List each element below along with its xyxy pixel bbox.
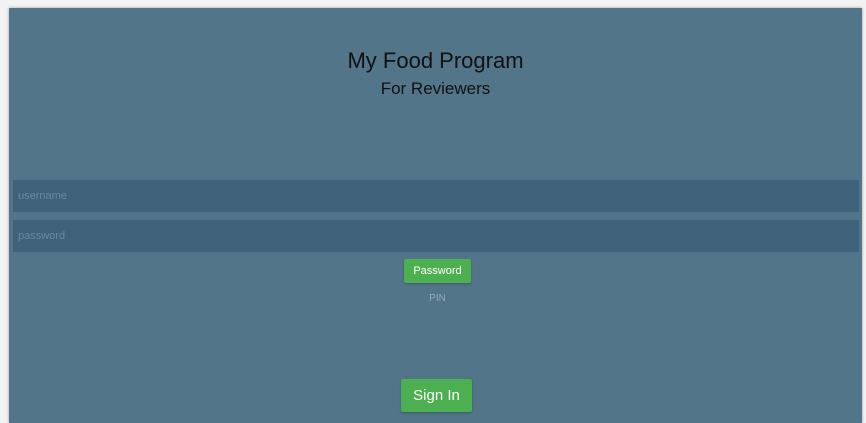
app-title: My Food Program (347, 48, 524, 73)
password-field[interactable] (13, 220, 859, 252)
app-subtitle: For Reviewers (380, 79, 491, 98)
password-mode-button[interactable]: Password (404, 259, 471, 283)
pin-mode-option[interactable]: PIN (404, 293, 471, 304)
sign-in-button[interactable]: Sign In (401, 379, 472, 412)
username-field[interactable] (13, 180, 859, 212)
login-screen: My Food Program For Reviewers Password P… (9, 8, 862, 423)
